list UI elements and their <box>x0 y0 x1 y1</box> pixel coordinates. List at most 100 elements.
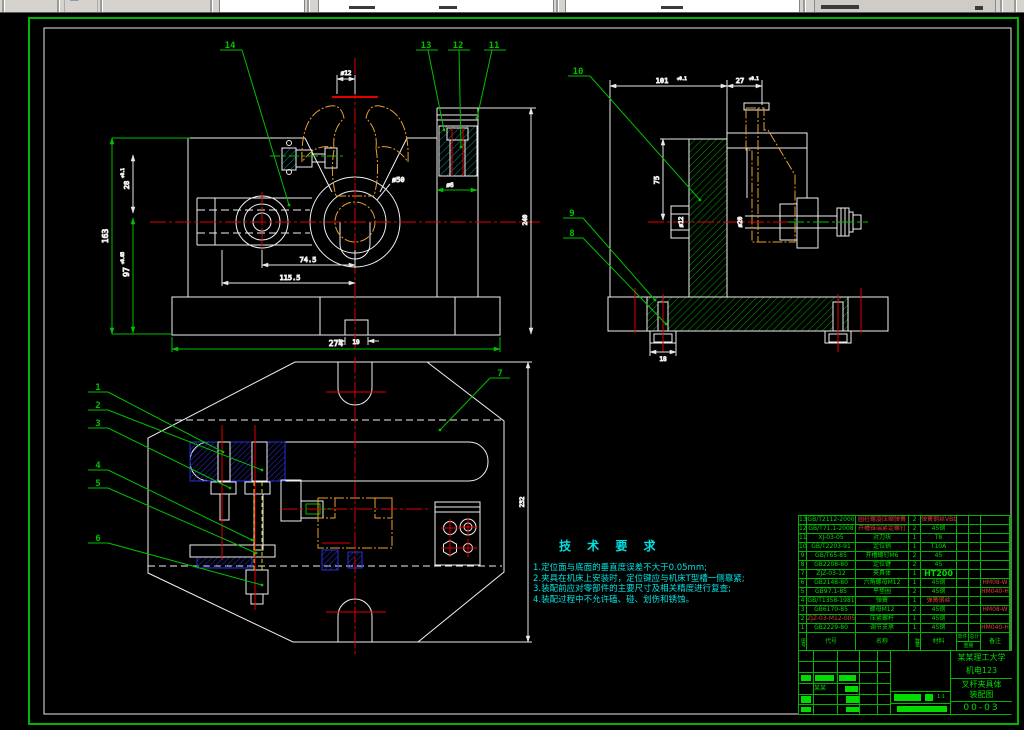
bom-cell-remark: HM08-W <box>981 579 1009 587</box>
bom-row: 1 GB2229-80 调节支承 1 45钢 HM040-H <box>799 624 1010 632</box>
bom-cell-name: 对刀块 <box>856 534 908 542</box>
scale-value: 1:1 <box>937 694 946 700</box>
bom-cell-no: 12 <box>799 525 806 533</box>
bom-cell-code: ZJZ-03-M12-005 <box>807 615 855 623</box>
title-block: 某某 1:1 某某理工大学 机电123 叉杆夹具体 装配图 00-03 <box>798 651 1012 715</box>
redacted-block <box>846 707 859 712</box>
bom-cell-no: 8 <box>799 561 806 569</box>
bom-cell-material: T10A <box>921 543 956 551</box>
bom-cell-remark <box>981 597 1009 605</box>
bom-cell-w2 <box>969 570 980 578</box>
header-remark: 备注 <box>981 633 1009 650</box>
bom-cell-name: 调节支承 <box>856 624 908 632</box>
header-qty: 数量 <box>909 633 920 650</box>
toolbar-separator <box>556 0 559 12</box>
dim-style-combo[interactable] <box>814 0 996 12</box>
bom-cell-material: 弹簧钢丝VB级4级 <box>921 516 956 524</box>
part-title: 叉杆夹具体 <box>961 680 1002 689</box>
bom-row: 8 GB2208-80 定位键 2 45 <box>799 561 1010 569</box>
bom-cell-w1 <box>957 570 968 578</box>
bom-cell-w2 <box>969 588 980 596</box>
bom-cell-code: GB2229-80 <box>807 624 855 632</box>
tech-requirement-item: 1.定位面与底面的垂直度误差不大于0.05mm; <box>533 563 707 573</box>
bom-cell-code: GB2148-80 <box>807 579 855 587</box>
dim-101: 101 <box>656 77 669 85</box>
toolbar-separator <box>1014 0 1017 12</box>
designer-name: 某某 <box>814 685 827 692</box>
tech-requirement-item: 3.装配前应对零部件的主要尺寸及相关精度进行复查; <box>533 584 731 594</box>
bom-cell-remark: HM08-W <box>981 606 1009 614</box>
bom-cell-remark <box>981 552 1009 560</box>
title-block-marks: 1:1 <box>891 651 950 714</box>
bom-row: 11 XJ-03-05 对刀块 1 T8 <box>799 534 1010 542</box>
dim-12: ø12 <box>341 70 352 77</box>
bom-cell-w2 <box>969 552 980 560</box>
bom-cell-remark <box>981 516 1009 524</box>
bom-cell-remark <box>981 525 1009 533</box>
balloon-callouts: 1 2 3 4 5 6 7 8 9 10 11 12 13 14 <box>88 41 702 587</box>
bom-cell-w2 <box>969 606 980 614</box>
svg-text:+0.1: +0.1 <box>749 76 759 81</box>
title-block-identity: 某某理工大学 机电123 叉杆夹具体 装配图 00-03 <box>951 651 1012 714</box>
bom-cell-w2 <box>969 615 980 623</box>
class-name: 机电123 <box>965 666 998 675</box>
bom-cell-remark <box>981 615 1009 623</box>
bom-cell-remark <box>981 561 1009 569</box>
bom-cell-w1 <box>957 579 968 587</box>
parts-list-rows: 13GB/T2112-2000圆柱螺旋压缩弹簧2弹簧钢丝VB级4级12GB/T7… <box>798 515 1011 633</box>
front-view: 163 28 +0.1 97 +0.05 274 19 74.5 115.5 ø… <box>101 58 540 352</box>
svg-text:+0.1: +0.1 <box>120 168 125 178</box>
bom-cell-name: 圆柱螺旋压缩弹簧 <box>856 516 908 524</box>
drawing-number: 00-03 <box>963 703 1000 713</box>
dim-s12: ø12 <box>678 216 685 227</box>
bom-cell-no: 7 <box>799 570 806 578</box>
header-name: 名称 <box>856 633 908 650</box>
bom-row: 6 GB2148-80 六角螺母M12 1 45钢 HM08-W <box>799 579 1010 587</box>
bom-cell-material: 45钢 <box>921 588 956 596</box>
bom-cell-no: 6 <box>799 579 806 587</box>
bom-cell-no: 5 <box>799 588 806 596</box>
redacted-block <box>897 706 947 712</box>
bom-cell-no: 2 <box>799 615 806 623</box>
bom-cell-w1 <box>957 543 968 551</box>
bom-cell-material: 45钢 <box>921 615 956 623</box>
svg-text:+0.05: +0.05 <box>120 251 125 264</box>
redacted-block <box>846 696 859 703</box>
bom-row: 2 ZJZ-03-M12-005 压紧螺杆 1 45钢 <box>799 615 1010 623</box>
bom-row: 7 ZJZ-03-12 夹具体 1 HT200 <box>799 570 1010 578</box>
bom-cell-remark <box>981 570 1009 578</box>
bom-cell-w2 <box>969 561 980 569</box>
balloon-10: 10 <box>568 67 702 202</box>
toolbar-separator <box>307 0 310 12</box>
front-dimensions: 163 28 +0.1 97 +0.05 274 19 74.5 115.5 ø… <box>101 70 536 352</box>
side-view: 101 +0.1 27 +0.1 75 ø12 ø20 18 <box>607 76 889 364</box>
dim-115: 115.5 <box>279 274 300 282</box>
dim-97: 97 <box>122 267 131 277</box>
bom-cell-code: GB2208-80 <box>807 561 855 569</box>
bom-cell-name: 开槽螺钉M6 <box>856 552 908 560</box>
dim-232: 232 <box>519 496 526 507</box>
table-tool-button[interactable]: ▦ <box>64 0 98 12</box>
bom-row: 4 GB/T1358-1981 弹簧 1 弹簧钢丝 <box>799 597 1010 605</box>
color-combo[interactable] <box>318 0 554 12</box>
bom-cell-no: 10 <box>799 543 806 551</box>
bom-cell-material: 弹簧钢丝 <box>921 597 956 605</box>
bom-cell-no: 4 <box>799 597 806 605</box>
bom-row: 10 GB/T2203-91 定位销 1 T10A <box>799 543 1010 551</box>
header-material: 材料 <box>921 633 956 650</box>
redacted-block <box>815 675 834 681</box>
bom-cell-material: 45钢 <box>921 606 956 614</box>
bom-cell-w2 <box>969 516 980 524</box>
header-no: 序号 <box>799 633 806 650</box>
bom-cell-w1 <box>957 597 968 605</box>
bom-cell-qty: 1 <box>909 543 920 551</box>
bom-cell-name: 六角螺母M12 <box>856 579 908 587</box>
linetype-combo[interactable] <box>565 0 800 12</box>
header-weight-total: 总计 <box>969 633 980 641</box>
header-weight-label: 重量 <box>957 642 980 650</box>
balloon-13: 13 <box>416 41 446 132</box>
toolbar-separator <box>210 0 213 12</box>
bom-cell-material: 45 <box>921 552 956 560</box>
bom-cell-material: 45钢 <box>921 579 956 587</box>
layer-combo[interactable] <box>219 0 305 12</box>
